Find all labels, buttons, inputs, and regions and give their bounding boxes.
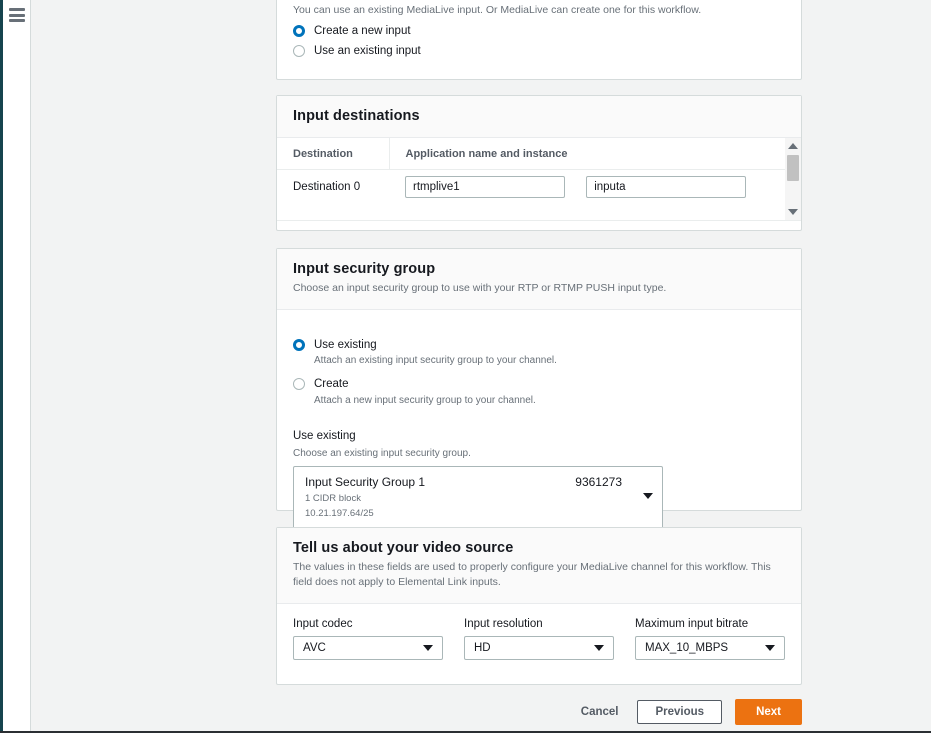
security-group-field: Use existing Choose an existing input se…	[293, 430, 785, 531]
input-selection-panel: You can use an existing MediaLive input.…	[276, 0, 802, 80]
table-row: Destination 0	[277, 170, 801, 206]
triangle-down-icon[interactable]	[788, 209, 798, 215]
destinations-table-wrapper: Destination Application name and instanc…	[277, 138, 801, 221]
video-source-header: Tell us about your video source The valu…	[277, 528, 801, 604]
input-codec-field: Input codec AVC	[293, 618, 443, 660]
radio-button-use-existing-security-group[interactable]	[293, 338, 305, 351]
radio-label-use-existing-security-group: Use existing	[314, 338, 377, 351]
input-panel-description: You can use an existing MediaLive input.…	[293, 4, 702, 16]
chevron-down-icon[interactable]	[765, 644, 775, 651]
previous-button[interactable]: Previous	[637, 700, 723, 724]
maximum-input-bitrate-select[interactable]: MAX_10_MBPS	[635, 635, 785, 660]
security-group-cidr-count: 1 CIDR block	[305, 492, 361, 504]
radio-sub-use-existing-security-group: Attach an existing input security group …	[314, 355, 557, 367]
security-group-select[interactable]: Input Security Group 1 9361273 1 CIDR bl…	[293, 466, 663, 531]
maximum-input-bitrate-field: Maximum input bitrate MAX_10_MBPS	[635, 618, 785, 660]
input-security-group-header: Input security group Choose an input sec…	[277, 249, 801, 310]
input-codec-value: AVC	[303, 641, 326, 654]
table-header-row: Destination Application name and instanc…	[277, 138, 801, 170]
hamburger-bar-1	[9, 8, 25, 11]
destinations-table-scrollbar[interactable]	[785, 138, 801, 220]
cancel-button[interactable]: Cancel	[575, 702, 625, 722]
content-column: You can use an existing MediaLive input.…	[32, 0, 931, 733]
radio-sub-create-security-group: Attach a new input security group to you…	[314, 394, 536, 406]
chevron-down-icon[interactable]	[423, 644, 433, 651]
column-header-application-name: Application name and instance	[388, 138, 801, 170]
security-group-selected-id: 9361273	[575, 475, 622, 490]
application-name-input[interactable]	[405, 176, 565, 198]
radio-create-security-group[interactable]: Create Attach a new input security group…	[293, 377, 785, 406]
input-resolution-select[interactable]: HD	[464, 635, 614, 660]
destinations-table: Destination Application name and instanc…	[277, 138, 801, 205]
input-codec-select[interactable]: AVC	[293, 635, 443, 660]
input-security-group-title: Input security group	[293, 261, 436, 277]
maximum-input-bitrate-label: Maximum input bitrate	[635, 617, 749, 630]
radio-label-create-security-group: Create	[314, 378, 349, 391]
radio-label-create-new-input: Create a new input	[314, 24, 411, 37]
input-destinations-title: Input destinations	[293, 108, 420, 124]
input-destinations-panel: Input destinations Destination Applicati…	[276, 95, 802, 231]
next-button[interactable]: Next	[735, 699, 802, 725]
security-group-field-label: Use existing	[293, 429, 356, 442]
wizard-page: You can use an existing MediaLive input.…	[0, 0, 931, 733]
column-header-destination: Destination	[277, 138, 389, 170]
application-instance-input[interactable]	[586, 176, 747, 198]
radio-button-create-new-input[interactable]	[293, 24, 305, 37]
input-destinations-header: Input destinations	[277, 96, 801, 138]
video-source-title: Tell us about your video source	[293, 540, 514, 556]
wizard-footer-actions: Cancel Previous Next	[276, 699, 802, 725]
input-resolution-label: Input resolution	[464, 617, 543, 630]
radio-button-use-existing-input[interactable]	[293, 45, 305, 58]
collapsed-navigation-sidebar	[3, 0, 31, 733]
cell-destination-name: Destination 0	[293, 181, 361, 193]
cell-application-fields	[389, 170, 801, 206]
hamburger-menu-icon[interactable]	[9, 8, 25, 22]
maximum-input-bitrate-value: MAX_10_MBPS	[645, 641, 729, 654]
video-source-description: The values in these fields are used to p…	[293, 561, 771, 588]
security-group-field-description: Choose an existing input security group.	[293, 448, 471, 460]
input-resolution-field: Input resolution HD	[464, 618, 614, 660]
video-source-fields: Input codec AVC Input resolution HD Maxi…	[277, 604, 801, 678]
video-source-panel: Tell us about your video source The valu…	[276, 527, 802, 685]
radio-button-create-security-group[interactable]	[293, 378, 305, 391]
input-security-group-description: Choose an input security group to use wi…	[293, 282, 667, 294]
radio-label-use-existing-input: Use an existing input	[314, 45, 421, 58]
triangle-up-icon[interactable]	[788, 143, 798, 149]
input-security-group-panel: Input security group Choose an input sec…	[276, 248, 802, 531]
scrollbar-thumb[interactable]	[787, 155, 799, 181]
radio-use-existing-security-group[interactable]: Use existing Attach an existing input se…	[293, 338, 785, 367]
radio-use-existing-input[interactable]: Use an existing input	[293, 44, 785, 58]
radio-create-new-input[interactable]: Create a new input	[293, 24, 785, 38]
chevron-down-icon[interactable]	[643, 493, 653, 500]
input-resolution-value: HD	[474, 641, 491, 654]
chevron-down-icon[interactable]	[594, 644, 604, 651]
security-group-cidr-value: 10.21.197.64/25	[305, 508, 374, 520]
hamburger-bar-3	[9, 19, 25, 22]
hamburger-bar-2	[9, 13, 25, 17]
input-codec-label: Input codec	[293, 617, 353, 630]
